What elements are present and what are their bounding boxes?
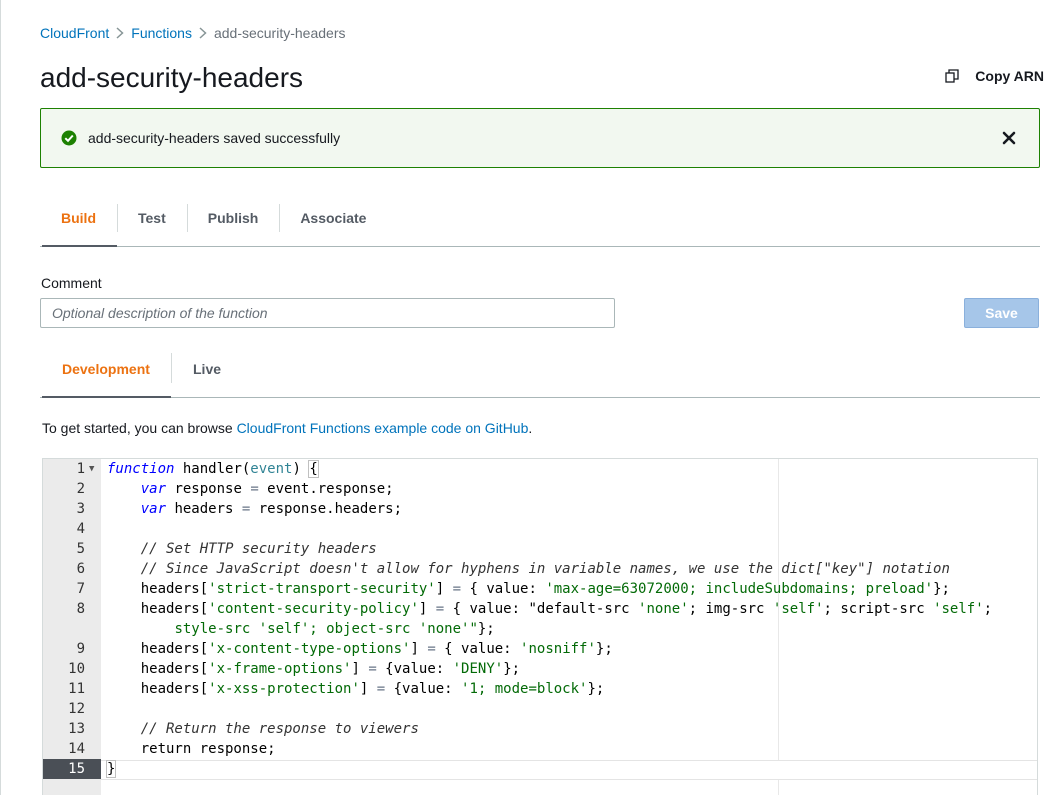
line-number: 6 [76, 561, 85, 577]
breadcrumb-current: add-security-headers [213, 25, 346, 41]
code-line: 12 [43, 699, 1037, 719]
code-text: // Since JavaScript doesn't allow for hy… [140, 561, 950, 577]
code-line: 1 ▼ function handler(event) { [43, 459, 1037, 479]
code-line: 9 headers['x-content-type-options'] = { … [43, 639, 1037, 659]
github-example-link[interactable]: CloudFront Functions example code on Git… [237, 420, 529, 436]
breadcrumb-cloudfront-link[interactable]: CloudFront [40, 25, 109, 41]
code-text: headers['strict-transport-security'] = {… [107, 581, 950, 597]
chevron-right-icon [109, 27, 131, 39]
line-number: 7 [76, 581, 85, 597]
tab-build-label: Build [61, 210, 96, 226]
tab-associate[interactable]: Associate [279, 200, 387, 246]
copy-icon [945, 69, 959, 83]
success-flash: add-security-headers saved successfully [40, 108, 1040, 168]
tab-test-label: Test [138, 210, 166, 226]
code-line: 13 // Return the response to viewers [43, 719, 1037, 739]
line-number: 13 [68, 721, 85, 737]
line-number: 9 [76, 641, 85, 657]
code-text: var headers = response.headers; [140, 501, 403, 517]
page-title: add-security-headers [40, 62, 304, 93]
code-editor[interactable]: 1 ▼ function handler(event) {2 var respons… [42, 458, 1038, 795]
line-number: 8 [76, 601, 85, 617]
copy-arn-label: Copy ARN [975, 68, 1044, 84]
code-line: style-src 'self'; object-src 'none'"}; [43, 619, 1037, 639]
code-line: 14 return response; [43, 739, 1037, 759]
breadcrumb: CloudFront Functions add-security-header… [40, 24, 345, 42]
function-tabs: Build Test Publish Associate [40, 200, 1040, 247]
code-line: 4 [43, 519, 1037, 539]
close-icon[interactable] [1001, 130, 1017, 146]
code-text: headers['content-security-policy'] = { v… [107, 601, 993, 617]
line-number: 5 [76, 541, 85, 557]
tab-development[interactable]: Development [40, 350, 171, 398]
code-text: var response = event.response; [140, 481, 394, 497]
page: CloudFront Functions add-security-header… [0, 0, 1047, 795]
code-line: 7 headers['strict-transport-security'] =… [43, 579, 1037, 599]
code-text: // Set HTTP security headers [140, 541, 377, 557]
line-number [43, 619, 101, 639]
breadcrumb-functions-link[interactable]: Functions [131, 25, 192, 41]
code-text: function handler(event) { [107, 460, 319, 478]
copy-arn-button[interactable]: Copy ARN [945, 68, 1044, 84]
code-line: 3 var headers = response.headers; [43, 499, 1037, 519]
tab-development-label: Development [62, 360, 150, 377]
code-line: 5 // Set HTTP security headers [43, 539, 1037, 559]
code-text: return response; [107, 741, 276, 757]
tab-publish[interactable]: Publish [186, 200, 280, 246]
stage-tabs: Development Live [40, 350, 1040, 398]
line-number: 4 [76, 521, 85, 537]
code-line: 2 var response = event.response; [43, 479, 1037, 499]
code-text: // Return the response to viewers [140, 721, 419, 737]
code-line: 6 // Since JavaScript doesn't allow for … [43, 559, 1037, 579]
code-line: 8 headers['content-security-policy'] = {… [43, 599, 1037, 619]
code-text: headers['x-frame-options'] = {value: 'DE… [107, 661, 521, 677]
intro-prefix: To get started, you can browse [42, 420, 237, 436]
code-lines: 1 ▼ function handler(event) {2 var respons… [43, 459, 1037, 779]
comment-label: Comment [41, 275, 102, 291]
tab-live[interactable]: Live [171, 350, 243, 397]
code-text: } [105, 760, 117, 778]
code-line: 15} [43, 759, 1037, 779]
line-number: 2 [76, 481, 85, 497]
left-border [0, 0, 1, 795]
tab-associate-label: Associate [300, 210, 367, 226]
code-text: headers['x-xss-protection'] = {value: '1… [107, 681, 605, 697]
line-number: 3 [76, 501, 85, 517]
line-number: 15 [43, 759, 101, 779]
line-number: 10 [68, 661, 85, 677]
tab-test[interactable]: Test [117, 200, 187, 246]
tab-build[interactable]: Build [40, 200, 117, 247]
intro-text: To get started, you can browse CloudFron… [42, 420, 532, 436]
intro-suffix: . [528, 420, 533, 436]
check-circle-icon [61, 130, 77, 146]
line-number: 11 [68, 681, 85, 697]
chevron-right-icon [192, 27, 214, 39]
comment-input[interactable] [40, 298, 615, 328]
code-line: 11 headers['x-xss-protection'] = {value:… [43, 679, 1037, 699]
code-line: 10 headers['x-frame-options'] = {value: … [43, 659, 1037, 679]
tab-live-label: Live [193, 360, 222, 377]
code-text: style-src 'self'; object-src 'none'"}; [174, 621, 495, 637]
save-button[interactable]: Save [964, 298, 1039, 328]
tab-publish-label: Publish [207, 210, 259, 226]
flash-message: add-security-headers saved successfully [88, 130, 341, 146]
line-number: 12 [68, 701, 85, 717]
fold-arrow-icon[interactable]: ▼ [89, 459, 101, 479]
line-number: 14 [68, 741, 85, 757]
code-text: headers['x-content-type-options'] = { va… [107, 641, 613, 657]
